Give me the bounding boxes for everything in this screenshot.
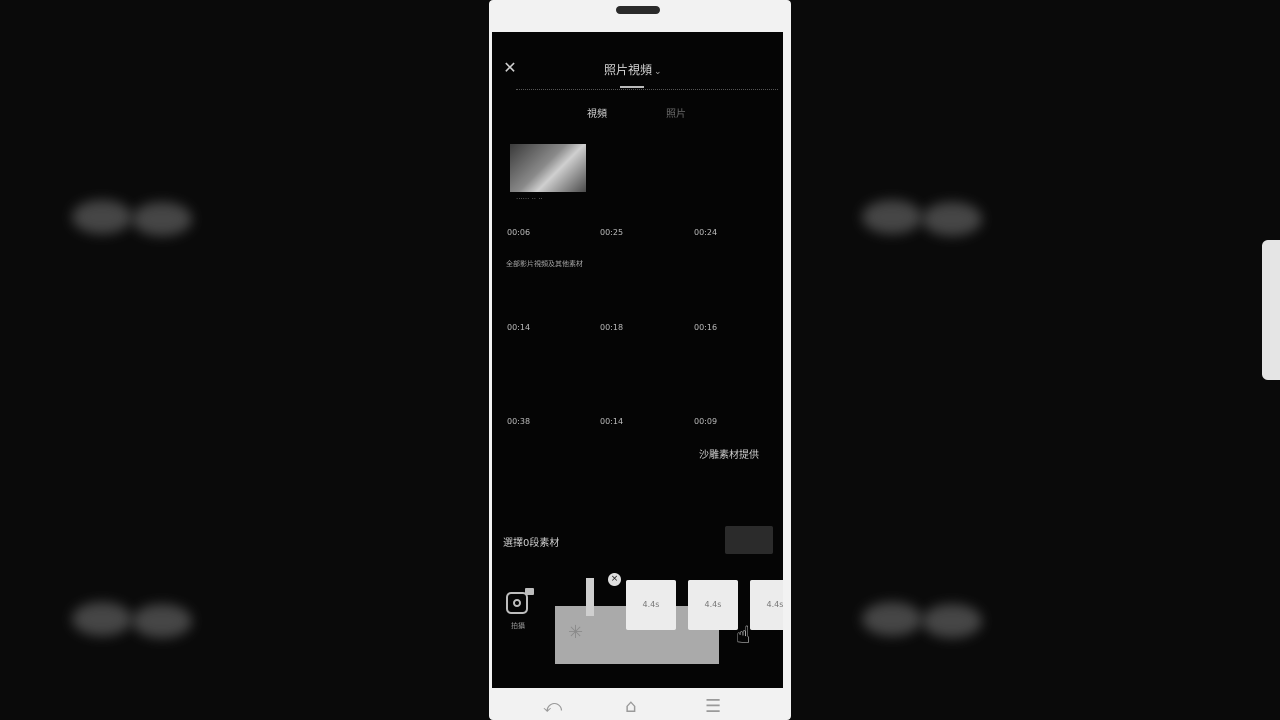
tab-photo[interactable]: 照片 (666, 105, 686, 120)
duration-label: 00:06 (507, 228, 531, 237)
background-light (72, 200, 132, 234)
album-title[interactable]: 照片視頻 ⌄ (604, 61, 662, 78)
remove-icon[interactable]: × (608, 573, 621, 586)
phone-speaker (616, 6, 660, 14)
menu-icon[interactable]: ☰ (705, 698, 721, 716)
video-frame: ✕ 照片視頻 ⌄ 視頻 照片 ······ ·· ·· 00:06 00:25 0… (0, 0, 1280, 720)
camera-badge (525, 588, 534, 595)
header-divider (516, 89, 778, 90)
effect-icon: ✳ (568, 622, 584, 643)
background-light (922, 202, 982, 236)
title-indicator (620, 86, 644, 88)
background-light (862, 602, 922, 636)
system-nav-bar: ⤺ ⌂ ☰ (489, 690, 791, 720)
media-text-label: 全部影片視頻及其他素材 (506, 260, 583, 268)
duration-label: 00:38 (507, 417, 531, 426)
duration-label: 00:14 (600, 417, 624, 426)
thumbnail-caption: ······ ·· ·· (516, 195, 543, 203)
duration-label: 00:09 (694, 417, 718, 426)
selection-count: 選擇0段素材 (503, 538, 560, 549)
home-icon[interactable]: ⌂ (625, 698, 636, 716)
back-icon[interactable]: ⤺ (543, 698, 562, 716)
camera-icon[interactable] (506, 592, 528, 614)
duration-label: 00:18 (600, 323, 624, 332)
album-title-label: 照片視頻 (604, 63, 653, 77)
media-thumbnail[interactable] (510, 144, 586, 192)
background-light (862, 200, 922, 234)
duration-label: 00:25 (600, 228, 624, 237)
phone-frame: ✕ 照片視頻 ⌄ 視頻 照片 ······ ·· ·· 00:06 00:25 0… (489, 0, 791, 720)
background-light (132, 604, 192, 638)
background-light (132, 202, 192, 236)
media-picker-screen: ✕ 照片視頻 ⌄ 視頻 照片 ······ ·· ·· 00:06 00:25 0… (492, 32, 783, 688)
camera-label: 拍攝 (511, 622, 525, 630)
duration-label: 00:14 (507, 323, 531, 332)
duration-label: 00:16 (694, 323, 718, 332)
tab-video[interactable]: 視頻 (587, 105, 607, 120)
chevron-down-icon: ⌄ (654, 67, 662, 77)
clip-card[interactable]: 4.4s (626, 580, 676, 630)
clip-handle[interactable] (586, 578, 594, 616)
duration-label: 00:24 (694, 228, 718, 237)
background-light (922, 604, 982, 638)
close-icon[interactable]: ✕ (501, 59, 519, 77)
credit-text: 沙雕素材提供 (699, 450, 759, 461)
clip-card[interactable]: 4.4s (688, 580, 738, 630)
edge-panel (1262, 240, 1280, 380)
hand-pointer-icon: ☝ (736, 621, 751, 649)
next-button[interactable] (725, 526, 773, 554)
background-light (72, 602, 132, 636)
